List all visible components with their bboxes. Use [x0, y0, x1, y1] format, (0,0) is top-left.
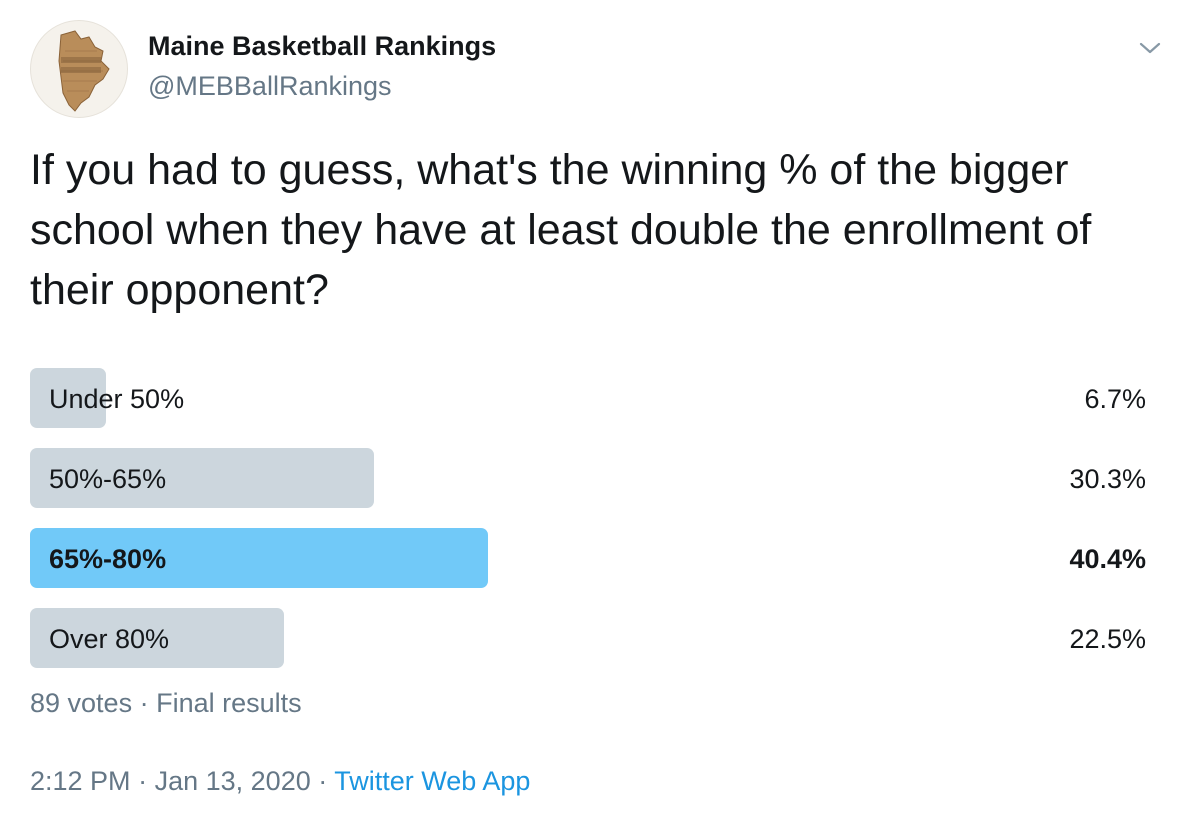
tweet-source-link[interactable]: Twitter Web App: [334, 766, 530, 796]
poll: Under 50% 6.7% 50%-65% 30.3% 65%-80% 40.…: [30, 368, 1146, 688]
poll-option-label: 50%-65%: [49, 464, 167, 494]
separator: ·: [139, 688, 149, 718]
separator: ·: [138, 766, 148, 796]
poll-option-label: Under 50%: [49, 384, 185, 414]
poll-option-percent: 40.4%: [1069, 544, 1146, 574]
author-display-name[interactable]: Maine Basketball Rankings: [148, 31, 496, 62]
tweet-time[interactable]: 2:12 PM: [30, 766, 131, 796]
poll-option: 50%-65% 30.3%: [30, 448, 1146, 508]
poll-option: Over 80% 22.5%: [30, 608, 1146, 668]
poll-option-percent: 30.3%: [1069, 464, 1146, 494]
chevron-down-icon[interactable]: [1138, 36, 1162, 60]
poll-option: Under 50% 6.7%: [30, 368, 1146, 428]
poll-option-winner: 65%-80% 40.4%: [30, 528, 1146, 588]
tweet-card: Maine Basketball Rankings @MEBBallRankin…: [0, 0, 1194, 822]
poll-vote-count: 89 votes: [30, 688, 133, 718]
tweet-timestamp-row: 2:12 PM · Jan 13, 2020 · Twitter Web App: [30, 766, 530, 797]
poll-option-percent: 6.7%: [1084, 384, 1146, 414]
poll-status: Final results: [156, 688, 302, 718]
author-handle[interactable]: @MEBBallRankings: [148, 71, 392, 102]
poll-option-label: 65%-80%: [49, 544, 167, 574]
poll-summary: 89 votes · Final results: [30, 688, 302, 719]
poll-option-label: Over 80%: [49, 624, 170, 654]
tweet-text: If you had to guess, what's the winning …: [30, 146, 1092, 314]
separator: ·: [318, 766, 328, 796]
avatar[interactable]: [30, 20, 128, 118]
tweet-date[interactable]: Jan 13, 2020: [155, 766, 311, 796]
maine-map-logo: [58, 30, 110, 112]
poll-option-percent: 22.5%: [1069, 624, 1146, 654]
